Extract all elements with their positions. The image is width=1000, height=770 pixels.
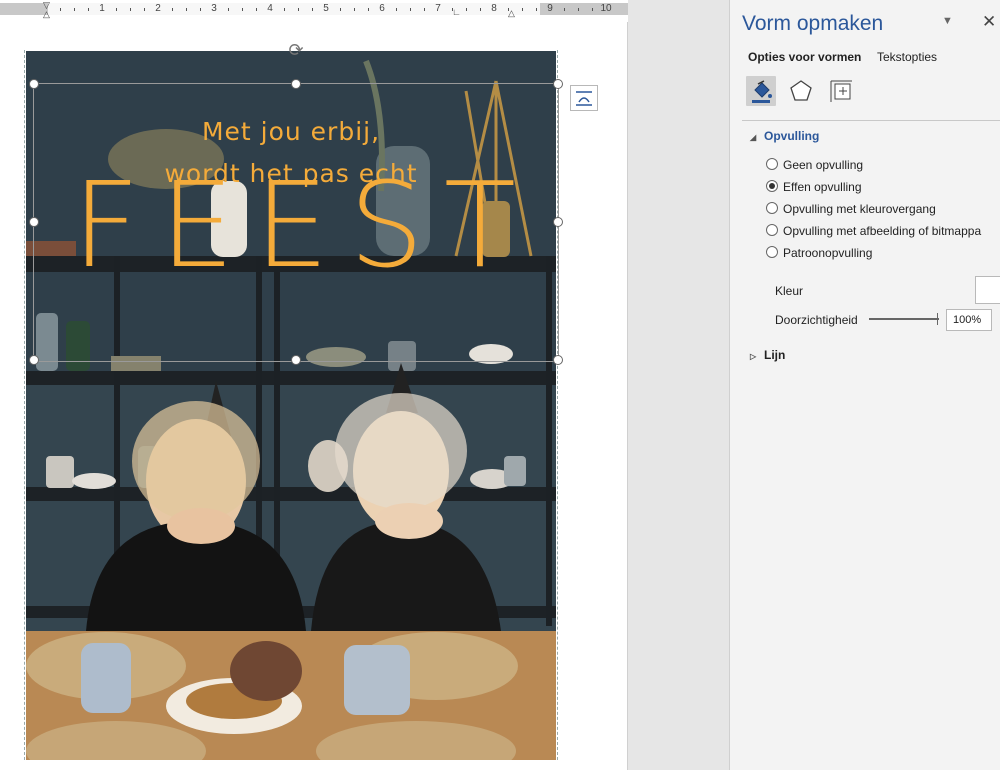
radio-no-fill[interactable]: Geen opvulling [766,158,863,172]
resize-handle-top[interactable] [291,79,301,89]
ruler-tick [466,8,467,11]
ruler-tick [578,8,579,11]
radio-gradient-fill[interactable]: Opvulling met kleurovergang [766,202,936,216]
resize-handle-bottom-left[interactable] [29,355,39,365]
ruler-tick [410,8,411,11]
ruler-number: 1 [99,3,105,14]
ruler-tick [536,8,537,11]
ruler-number: 4 [267,3,273,14]
ruler-tick [74,8,75,11]
section-line-title: Lijn [764,348,786,362]
color-picker-button[interactable] [975,276,1000,304]
ruler-tick [298,8,299,11]
rotate-handle-icon[interactable]: ⟳ [286,40,306,60]
transparency-input[interactable]: 100% [946,309,992,331]
ruler-tick [284,8,285,11]
ruler-tick [228,8,229,11]
radio-pattern-fill[interactable]: Patroonopvulling [766,246,872,260]
radio-solid-fill[interactable]: Effen opvulling [766,180,862,194]
ruler-tick [242,8,243,11]
radio-button[interactable] [766,246,778,258]
ruler-tick [200,8,201,11]
ruler-tick [340,8,341,11]
resize-handle-top-left[interactable] [29,79,39,89]
resize-handle-right[interactable] [553,217,563,227]
ruler-number: 8 [491,3,497,14]
resize-handle-bottom[interactable] [291,355,301,365]
selection-frame[interactable] [29,79,563,365]
expanded-triangle-icon: ◢ [750,133,757,142]
ruler-tick [172,8,173,11]
resize-handle-top-right[interactable] [553,79,563,89]
transparency-slider-thumb[interactable] [937,313,938,325]
ruler-tick [522,8,523,11]
radio-label: Opvulling met afbeelding of bitmappa [783,224,982,238]
ruler-tick [256,8,257,11]
ruler-number: 3 [211,3,217,14]
ruler-tick [564,8,565,11]
ruler-tick [592,8,593,11]
ruler-tick [88,8,89,11]
ruler-left-margin [0,3,48,15]
color-label: Kleur [775,284,804,298]
ruler-tick [186,8,187,11]
ruler-tick [144,8,145,11]
ruler-tick [60,8,61,11]
radio-label: Opvulling met kleurovergang [783,202,936,216]
layout-options-icon [576,91,592,106]
transparency-label: Doorzichtigheid [775,313,858,327]
ruler-number: 5 [323,3,329,14]
ruler-number: 7 [435,3,441,14]
ruler-number: 2 [155,3,161,14]
document-area: 1 2 3 4 5 6 7 8 9 10 ▽ △ ∟ △ Met jou erb… [0,0,628,770]
ruler-tick [368,8,369,11]
radio-picture-fill[interactable]: Opvulling met afbeelding of bitmappa [766,224,981,238]
radio-label: Geen opvulling [783,158,864,172]
section-fill-title: Opvulling [764,129,820,143]
effects-icon[interactable] [786,76,816,106]
ruler-tick [396,8,397,11]
ruler-tick [354,8,355,11]
format-shape-pane: Vorm opmaken ▼ ✕ Opties voor vormen Teks… [729,0,1000,770]
radio-button[interactable] [766,224,778,236]
pane-separator [742,120,1000,121]
radio-button[interactable] [766,158,778,170]
tab-stop-marker[interactable]: ∟ [452,7,461,17]
section-line-header[interactable]: ▷ Lijn [750,348,785,362]
ruler-number: 9 [547,3,553,14]
ruler-tick [116,8,117,11]
ruler-tick [130,8,131,11]
ruler-tick [480,8,481,11]
chevron-down-icon[interactable]: ▼ [942,15,953,27]
radio-button[interactable] [766,202,778,214]
transparency-slider[interactable] [869,318,939,320]
right-indent-marker[interactable]: △ [508,8,515,19]
fill-line-icon[interactable] [746,76,776,106]
ruler-tick [312,8,313,11]
resize-handle-left[interactable] [29,217,39,227]
pane-title: Vorm opmaken [742,12,884,35]
hanging-indent-marker[interactable]: △ [43,9,50,20]
horizontal-ruler[interactable]: 1 2 3 4 5 6 7 8 9 10 ▽ △ ∟ △ [0,0,628,23]
ruler-number: 6 [379,3,385,14]
tab-shape-options[interactable]: Opties voor vormen [748,50,861,64]
radio-label: Patroonopvulling [783,246,873,260]
ruler-number: 10 [600,3,612,14]
layout-options-button[interactable] [570,85,598,111]
close-icon[interactable]: ✕ [982,12,996,32]
radio-label: Effen opvulling [783,180,862,194]
section-fill-header[interactable]: ◢ Opvulling [750,129,819,143]
collapsed-triangle-icon: ▷ [750,352,757,361]
size-properties-icon[interactable] [826,76,856,106]
tab-text-options[interactable]: Tekstopties [877,50,937,64]
ruler-tick [424,8,425,11]
radio-button-selected[interactable] [766,180,778,192]
resize-handle-bottom-right[interactable] [553,355,563,365]
